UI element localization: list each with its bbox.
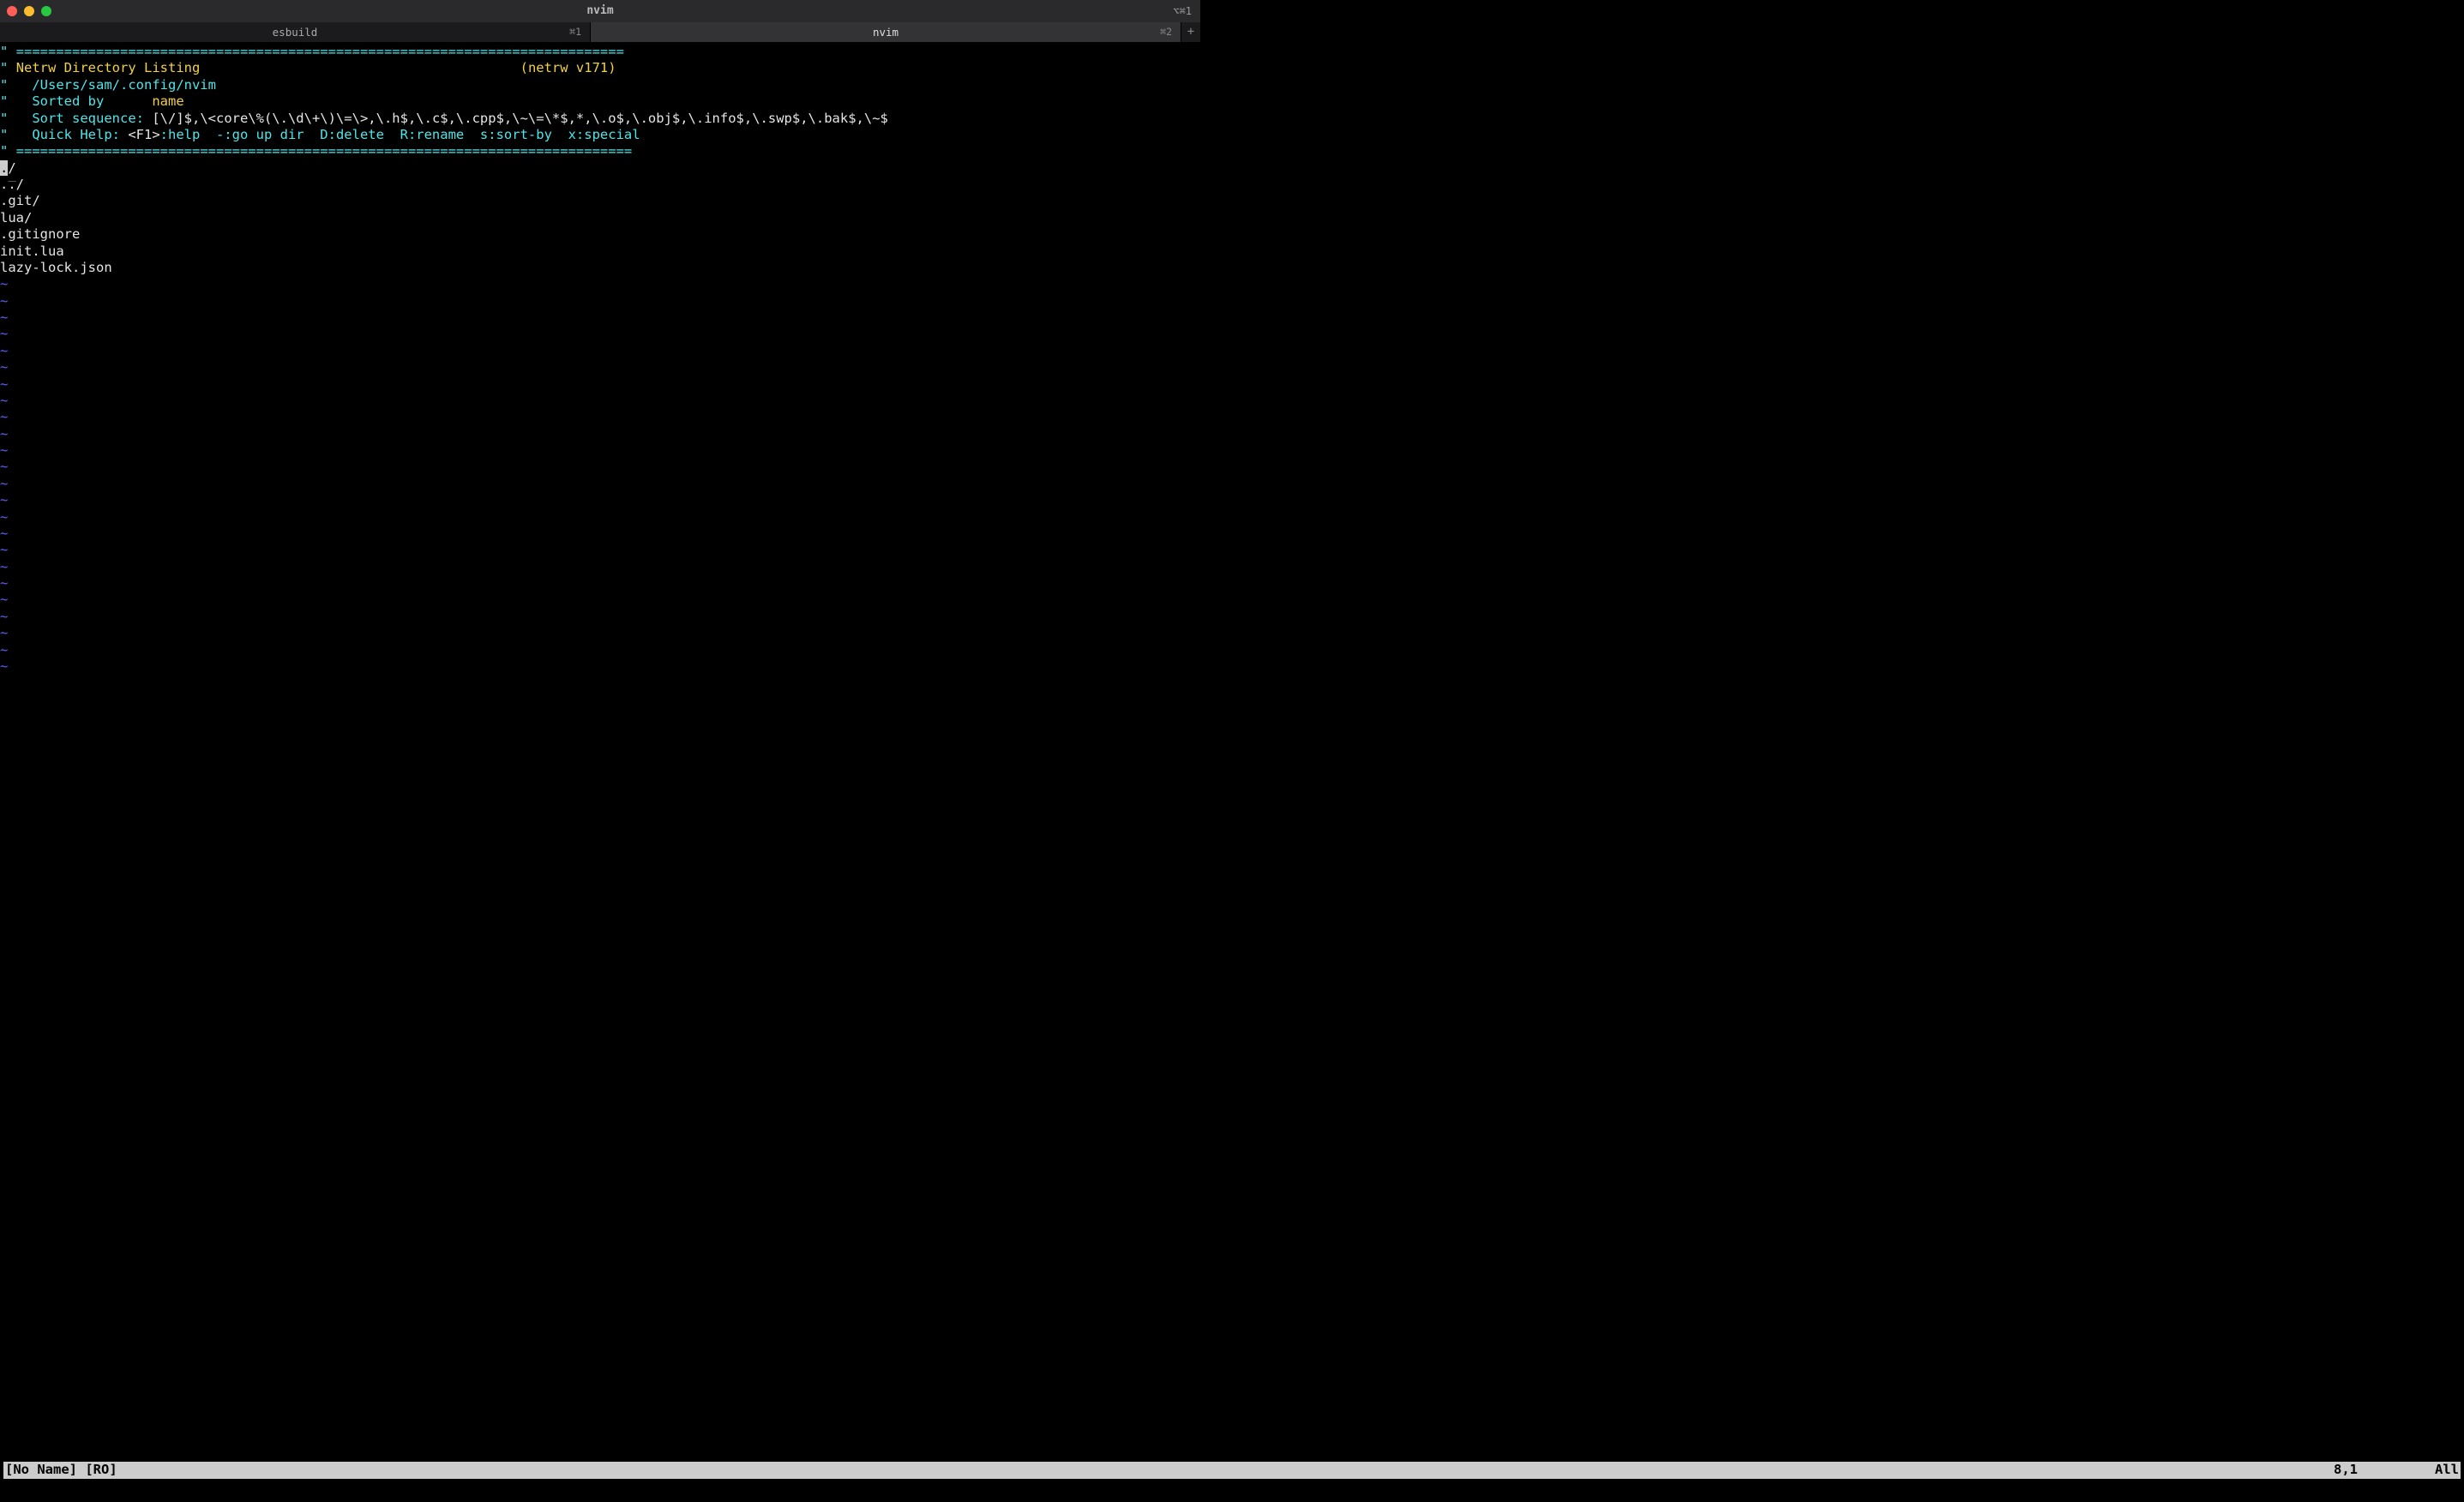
command-line[interactable] [3, 1481, 2461, 1499]
tab-nvim[interactable]: nvim ⌘2 [591, 22, 1181, 42]
empty-line-tilde: ~ [0, 426, 1200, 442]
tab-shortcut: ⌘1 [569, 26, 581, 38]
netrw-file[interactable]: lua/ [0, 210, 1200, 226]
empty-line-tilde: ~ [0, 609, 1200, 625]
tab-add-button[interactable]: + [1181, 22, 1200, 42]
status-percent: All [2435, 1462, 2459, 1478]
netrw-sorted-by-line: " Sorted by name [0, 93, 1200, 110]
empty-line-tilde: ~ [0, 592, 1200, 608]
empty-line-tilde: ~ [0, 409, 1200, 425]
minimize-window-button[interactable] [24, 6, 34, 16]
empty-line-tilde: ~ [0, 293, 1200, 309]
close-window-button[interactable] [7, 6, 17, 16]
netrw-separator: " ======================================… [0, 44, 1200, 60]
empty-line-tilde: ~ [0, 393, 1200, 409]
window-title: nvim [586, 4, 613, 18]
editor[interactable]: " ======================================… [0, 42, 1200, 675]
empty-lines: ~~~~~~~~~~~~~~~~~~~~~~~~ [0, 276, 1200, 675]
empty-line-tilde: ~ [0, 526, 1200, 542]
tab-title: nvim [591, 26, 1181, 39]
tabbar: esbuild ⌘1 nvim ⌘2 + [0, 22, 1200, 42]
netrw-file-current[interactable]: ./ [0, 160, 1200, 177]
empty-line-tilde: ~ [0, 459, 1200, 475]
netrw-sort-seq-line: " Sort sequence: [\/]$,\<core\%(\.\d\+\)… [0, 111, 1200, 127]
empty-line-tilde: ~ [0, 476, 1200, 492]
empty-line-tilde: ~ [0, 376, 1200, 393]
empty-line-tilde: ~ [0, 575, 1200, 592]
titlebar-shortcut: ⌥⌘1 [1173, 5, 1192, 18]
empty-line-tilde: ~ [0, 326, 1200, 342]
status-cursor-position: 8,1 [2334, 1462, 2358, 1478]
empty-line-tilde: ~ [0, 276, 1200, 292]
tab-shortcut: ⌘2 [1160, 26, 1172, 38]
netrw-file[interactable]: init.lua [0, 243, 1200, 260]
netrw-title-line: " Netrw Directory Listing (netrw v171) [0, 60, 1200, 76]
cursor: . [0, 160, 8, 176]
empty-line-tilde: ~ [0, 442, 1200, 459]
netrw-file[interactable]: .gitignore [0, 226, 1200, 243]
netrw-file[interactable]: ../ [0, 177, 1200, 193]
empty-line-tilde: ~ [0, 509, 1200, 526]
empty-line-tilde: ~ [0, 492, 1200, 508]
netrw-quick-help-line: " Quick Help: <F1>:help -:go up dir D:de… [0, 127, 1200, 143]
tab-esbuild[interactable]: esbuild ⌘1 [0, 22, 591, 42]
netrw-path-line: " /Users/sam/.config/nvim [0, 77, 1200, 93]
netrw-file[interactable]: lazy-lock.json [0, 260, 1200, 276]
traffic-lights [7, 6, 51, 16]
titlebar: nvim ⌥⌘1 [0, 0, 1200, 22]
empty-line-tilde: ~ [0, 343, 1200, 359]
empty-line-tilde: ~ [0, 359, 1200, 376]
empty-line-tilde: ~ [0, 559, 1200, 575]
empty-line-tilde: ~ [0, 542, 1200, 558]
tab-title: esbuild [0, 26, 590, 39]
netrw-separator: " ======================================… [0, 143, 1200, 159]
empty-line-tilde: ~ [0, 625, 1200, 641]
status-filename: [No Name] [RO] [5, 1462, 2334, 1478]
fullscreen-window-button[interactable] [41, 6, 51, 16]
empty-line-tilde: ~ [0, 309, 1200, 326]
netrw-file[interactable]: .git/ [0, 193, 1200, 209]
statusline: [No Name] [RO] 8,1 All [3, 1462, 2461, 1479]
empty-line-tilde: ~ [0, 658, 1200, 675]
empty-line-tilde: ~ [0, 642, 1200, 658]
